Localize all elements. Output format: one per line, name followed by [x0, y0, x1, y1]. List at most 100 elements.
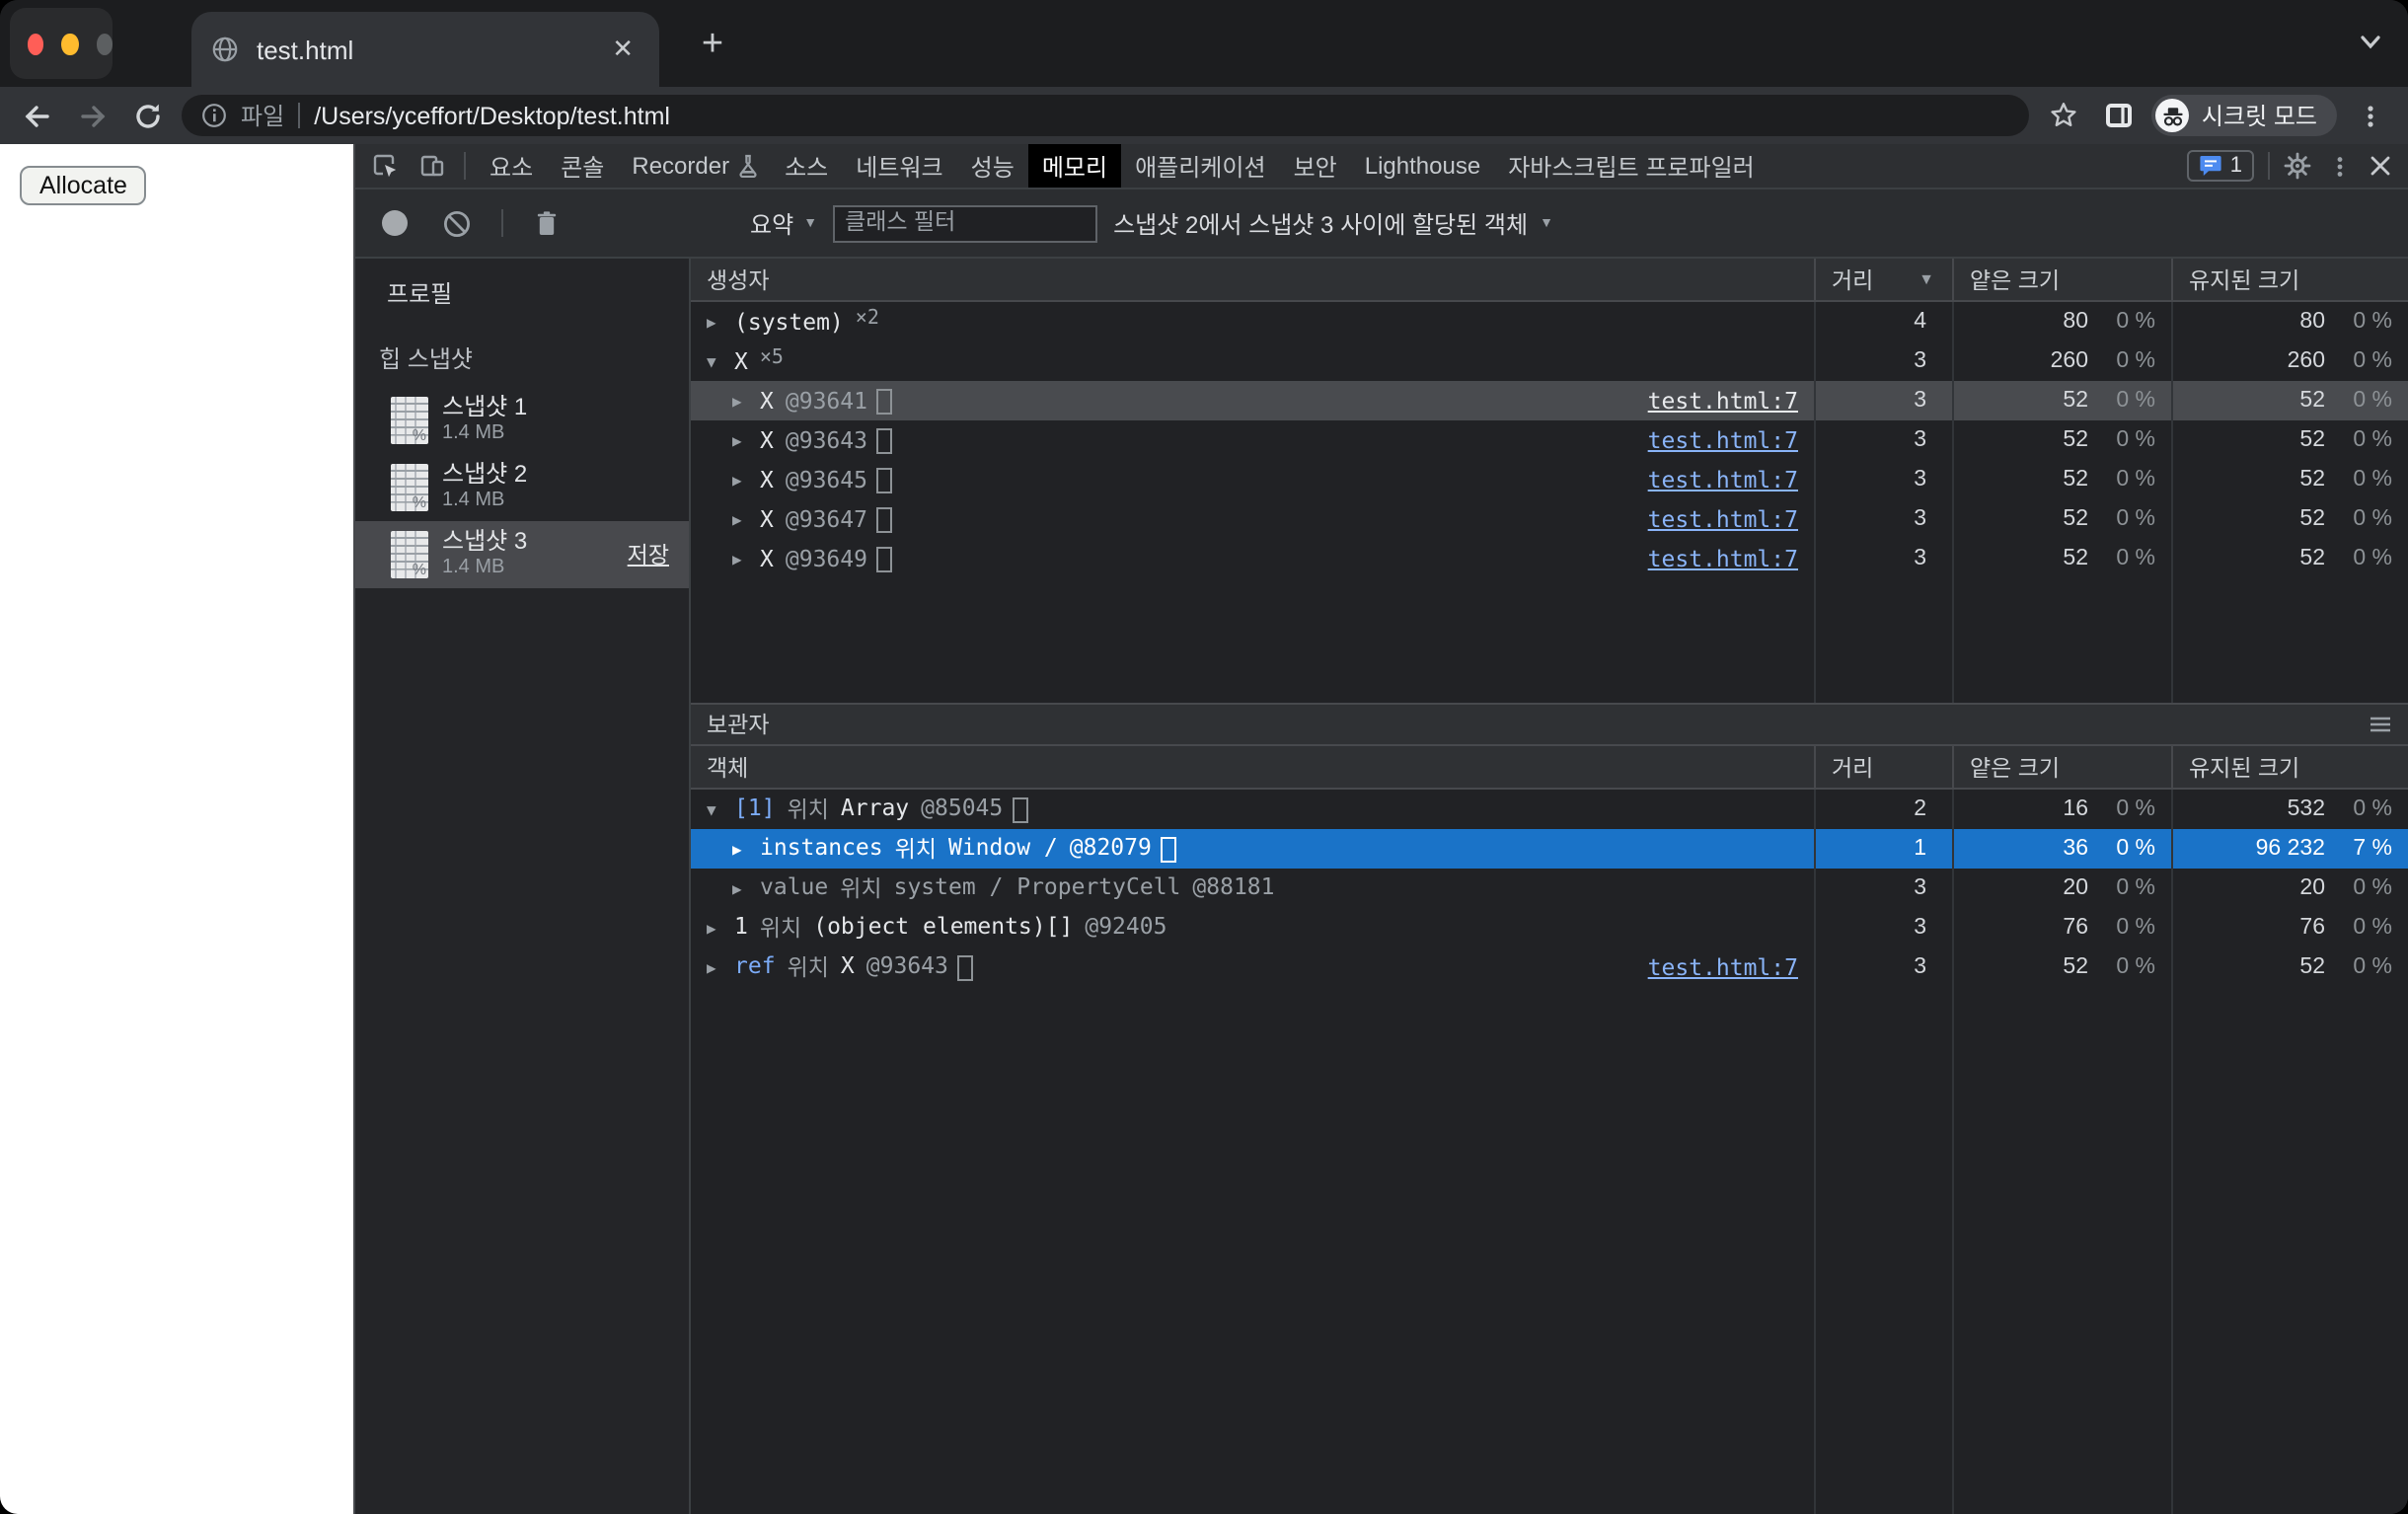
web-page: Allocate [0, 144, 353, 1514]
chevron-down-icon[interactable] [2357, 28, 2384, 55]
heap-grid-row[interactable]: ▶ value위치system / PropertyCell@88181 3 2… [691, 869, 2408, 908]
heap-grid-row[interactable]: ▶ ref위치X@93643 test.html:7 3 520 % 520 % [691, 947, 2408, 987]
record-heap-snapshot-icon[interactable] [371, 189, 418, 257]
device-toolbar-icon[interactable] [411, 144, 454, 188]
heap-grid-row[interactable]: ▼ [1]위치Array@85045 2 160 % 5320 % [691, 790, 2408, 829]
col-object[interactable]: 객체 [691, 746, 1814, 788]
expand-arrow-icon[interactable]: ▶ [707, 958, 724, 976]
forward-button[interactable] [71, 94, 114, 137]
bookmark-star-icon[interactable] [2042, 94, 2085, 137]
shallow-size-percent: 0 % [2088, 349, 2155, 373]
expand-arrow-icon[interactable]: ▶ [707, 313, 724, 331]
col-constructor[interactable]: 생성자 [691, 259, 1814, 300]
shallow-size-value: 76 [2063, 916, 2088, 940]
tab-보안[interactable]: 보안 [1280, 144, 1351, 188]
snapshot-item[interactable]: 스냅샷 3 1.4 MB 저장 [355, 521, 689, 588]
col-distance[interactable]: 거리 [1814, 746, 1952, 788]
tab-소스[interactable]: 소스 [771, 144, 842, 188]
close-window-button[interactable] [28, 33, 44, 54]
tab-요소[interactable]: 요소 [476, 144, 547, 188]
col-shallow-size[interactable]: 얕은 크기 [1952, 746, 2171, 788]
tab-네트워크[interactable]: 네트워크 [842, 144, 956, 188]
class-filter-input[interactable] [833, 204, 1097, 242]
tab-성능[interactable]: 성능 [957, 144, 1028, 188]
source-link[interactable]: test.html:7 [1648, 545, 1814, 572]
snapshot-item[interactable]: 스냅샷 2 1.4 MB [355, 454, 689, 521]
retained-size-percent: 0 % [2325, 389, 2392, 413]
snapshot-item[interactable]: 스냅샷 1 1.4 MB [355, 387, 689, 454]
source-link[interactable]: test.html:7 [1648, 466, 1814, 493]
expand-arrow-icon[interactable]: ▶ [707, 919, 724, 937]
save-snapshot-link[interactable]: 저장 [628, 539, 689, 570]
expand-arrow-icon[interactable]: ▶ [732, 471, 750, 489]
shallow-size-percent: 0 % [2088, 507, 2155, 531]
side-panel-icon[interactable] [2097, 94, 2141, 137]
expand-arrow-icon[interactable]: ▶ [732, 510, 750, 528]
snapshot-size: 1.4 MB [442, 490, 527, 512]
col-distance[interactable]: 거리▼ [1814, 259, 1952, 300]
source-link[interactable]: test.html:7 [1648, 426, 1814, 454]
settings-gear-icon[interactable] [2276, 144, 2319, 188]
col-retained-size[interactable]: 유지된 크기 [2171, 259, 2408, 300]
address-bar[interactable]: 파일 /Users/yceffort/Desktop/test.html [182, 95, 2030, 136]
incognito-badge[interactable]: 시크릿 모드 [2152, 95, 2337, 136]
expand-arrow-icon[interactable]: ▼ [707, 800, 724, 818]
browser-menu-kebab-icon[interactable] [2349, 94, 2392, 137]
heap-grid-row[interactable]: ▼ X×5 3 2600 % 2600 % [691, 341, 2408, 381]
tab-Recorder[interactable]: Recorder [618, 144, 771, 188]
source-link[interactable]: test.html:7 [1648, 387, 1814, 415]
inspect-element-icon[interactable] [363, 144, 407, 188]
shallow-size-value: 52 [2063, 389, 2088, 413]
constructors-rows: ▶ (system)×2 4 800 % 800 % ▼ X×5 3 2600 … [691, 302, 2408, 578]
tab-close-icon[interactable]: ✕ [606, 34, 640, 65]
expand-arrow-icon[interactable]: ▶ [732, 392, 750, 410]
expand-arrow-icon[interactable]: ▶ [732, 840, 750, 858]
heap-grid-row[interactable]: ▶ X@93641 test.html:7 3 520 % 520 % [691, 381, 2408, 420]
devtools-close-icon[interactable] [2361, 144, 2400, 188]
devtools-menu-kebab-icon[interactable] [2319, 144, 2361, 188]
heap-grid-row[interactable]: ▶ (system)×2 4 800 % 800 % [691, 302, 2408, 341]
info-icon[interactable] [201, 103, 227, 128]
retainers-menu-icon[interactable] [2369, 715, 2392, 734]
heap-grid-row[interactable]: ▶ X@93643 test.html:7 3 520 % 520 % [691, 420, 2408, 460]
snapshot-list: 스냅샷 1 1.4 MB 스냅샷 2 1.4 MB 스냅샷 3 1.4 MB 저… [355, 387, 689, 588]
col-retained-size[interactable]: 유지된 크기 [2171, 746, 2408, 788]
allocate-button[interactable]: Allocate [20, 166, 147, 205]
retained-size-value: 52 [2299, 468, 2325, 492]
delete-snapshot-trash-icon[interactable] [525, 189, 568, 257]
tab-메모리[interactable]: 메모리 [1028, 144, 1121, 188]
expand-arrow-icon[interactable]: ▼ [707, 352, 724, 370]
heap-grid-row[interactable]: ▶ 1위치(object elements)[]@92405 3 760 % 7… [691, 908, 2408, 947]
snapshot-scope-select[interactable]: 스냅샷 2에서 스냅샷 3 사이에 할당된 객체 ▼ [1113, 206, 1553, 240]
clear-profiles-icon[interactable] [434, 189, 480, 257]
heap-grid-row[interactable]: ▶ X@93649 test.html:7 3 520 % 520 % [691, 539, 2408, 578]
reload-button[interactable] [126, 94, 170, 137]
devtools-tabbar: 요소 콘솔 Recorder 소스 네트워크 성능 메모리 애플리케이션 보안 … [355, 144, 2408, 189]
shallow-size-value: 16 [2063, 797, 2088, 821]
tab-Lighthouse[interactable]: Lighthouse [1351, 144, 1494, 188]
tab-자바스크립트 프로파일러[interactable]: 자바스크립트 프로파일러 [1494, 144, 1768, 188]
back-button[interactable] [16, 94, 59, 137]
heap-grid-row[interactable]: ▶ instances위치Window /@82079 1 360 % 96 2… [691, 829, 2408, 869]
new-tab-button[interactable]: + [687, 20, 738, 71]
tab-애플리케이션[interactable]: 애플리케이션 [1121, 144, 1280, 188]
snapshot-icon [391, 464, 428, 511]
source-link[interactable]: test.html:7 [1648, 505, 1814, 533]
minimize-window-button[interactable] [62, 33, 79, 54]
tab-콘솔[interactable]: 콘솔 [547, 144, 618, 188]
expand-arrow-icon[interactable]: ▶ [732, 431, 750, 449]
browser-tab[interactable]: test.html ✕ [191, 12, 659, 87]
zoom-window-button[interactable] [96, 33, 113, 54]
row-label: instances위치Window /@82079 [760, 833, 1152, 865]
heap-grid-row[interactable]: ▶ X@93645 test.html:7 3 520 % 520 % [691, 460, 2408, 499]
distance-value: 3 [1814, 539, 1952, 578]
expand-arrow-icon[interactable]: ▶ [732, 550, 750, 568]
expand-arrow-icon[interactable]: ▶ [732, 879, 750, 897]
heap-grid-row[interactable]: ▶ X@93647 test.html:7 3 520 % 520 % [691, 499, 2408, 539]
issues-badge[interactable]: 1 [2187, 150, 2254, 182]
col-shallow-size[interactable]: 얕은 크기 [1952, 259, 2171, 300]
source-link[interactable]: test.html:7 [1648, 953, 1814, 981]
perspective-select[interactable]: 요약 ▼ [750, 206, 817, 240]
shallow-size-percent: 0 % [2088, 428, 2155, 452]
distance-value: 3 [1814, 908, 1952, 947]
